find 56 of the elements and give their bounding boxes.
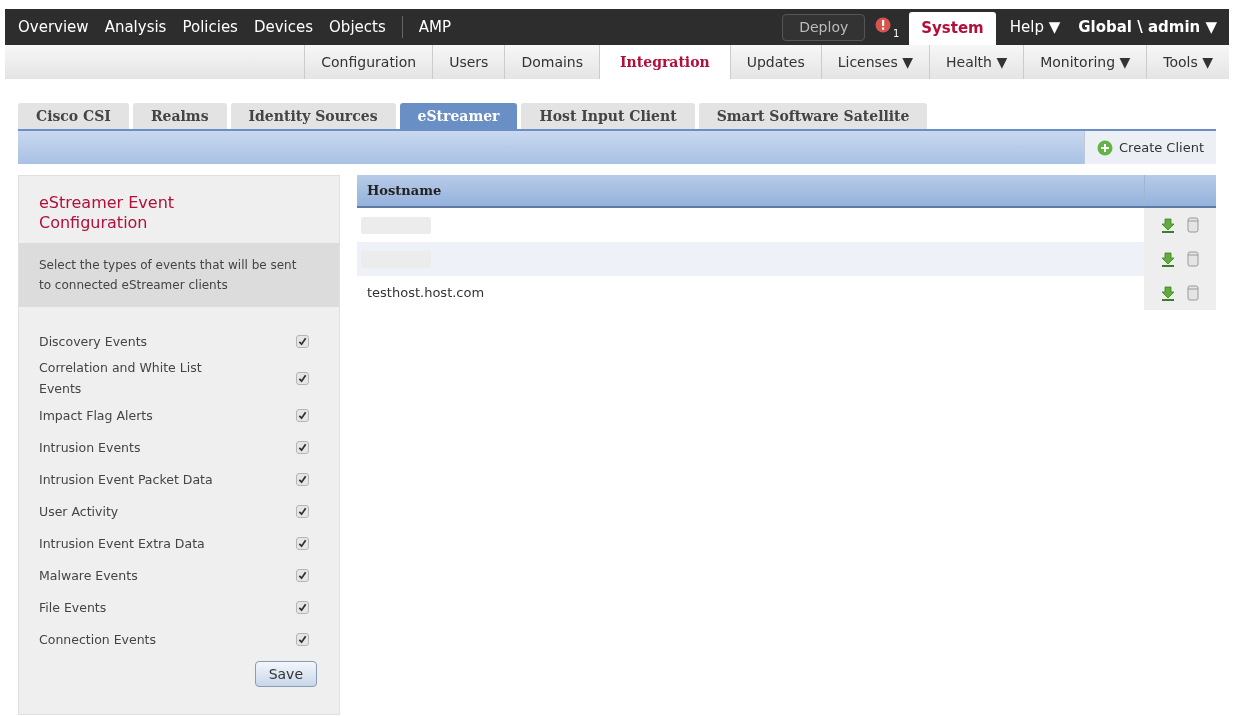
tab[interactable]: Realms [132,103,227,129]
download-icon[interactable] [1161,217,1175,233]
download-icon[interactable] [1161,251,1175,267]
nav-link[interactable]: Analysis [104,15,167,39]
nav-link[interactable]: Global \ admin ▼ [1074,15,1221,39]
event-label: Malware Events [39,566,139,585]
tab[interactable]: Smart Software Satellite [698,103,928,129]
nav-link[interactable]: Help ▼ [1005,15,1065,39]
sub-nav-link[interactable]: Users [432,45,505,79]
sub-nav-link[interactable]: Updates [729,45,821,79]
checkbox[interactable] [296,440,309,454]
event-label: Intrusion Event Extra Data [39,534,206,553]
checkbox[interactable] [296,334,309,348]
plus-icon [1097,139,1114,156]
nav-link[interactable]: System [909,12,996,45]
checkbox[interactable] [296,536,309,550]
checkbox[interactable] [296,600,309,614]
panel-title: eStreamer Event Configuration [38,192,176,234]
sub-nav-link[interactable]: Configuration [304,45,433,79]
nav-link[interactable]: Devices [253,15,314,39]
event-label: User Activity [39,502,120,521]
checkbox[interactable] [296,504,309,518]
sub-nav-link[interactable]: Health ▼ [929,45,1024,79]
event-label: Impact Flag Alerts [39,406,154,425]
tab[interactable]: Host Input Client [521,103,695,129]
checkbox[interactable] [296,371,309,385]
deploy-button[interactable]: Deploy [782,13,866,41]
create-client-button[interactable]: Create Client [1084,131,1216,164]
table-cell-text: testhost.host.com [366,284,486,303]
alert-count: 1 [892,27,900,41]
download-icon[interactable] [1161,285,1175,301]
sub-nav-link[interactable]: Tools ▼ [1146,45,1229,79]
sub-nav-link[interactable]: Monitoring ▼ [1023,45,1147,79]
save-button[interactable]: Save [254,661,317,687]
tab[interactable]: Identity Sources [230,103,396,129]
event-label: Discovery Events [39,332,149,351]
alert-indicator[interactable]: 1 [875,15,900,39]
event-label: Intrusion Event Packet Data [39,470,214,489]
nav-link[interactable]: Policies [182,15,238,39]
sub-nav-link[interactable]: Integration [599,45,730,79]
nav-link[interactable]: AMP [418,15,451,39]
column-header: Hostname [366,181,443,200]
checkbox[interactable] [296,472,309,486]
alert-icon [875,17,892,33]
panel-description: Select the types of events that will be sent to connected eStreamer clients [19,243,339,307]
nav-link[interactable]: Objects [329,15,386,39]
sub-nav-link[interactable]: Licenses ▼ [820,45,929,79]
event-label: Correlation and White List Events [39,359,203,398]
event-label: File Events [39,598,108,617]
checkbox[interactable] [296,568,309,582]
tab[interactable]: Cisco CSI [18,103,129,129]
nav-link[interactable]: Overview [18,15,89,39]
event-label: Intrusion Events [39,438,142,457]
event-label: Connection Events [39,630,158,649]
checkbox[interactable] [296,408,309,422]
checkbox[interactable] [296,632,309,646]
